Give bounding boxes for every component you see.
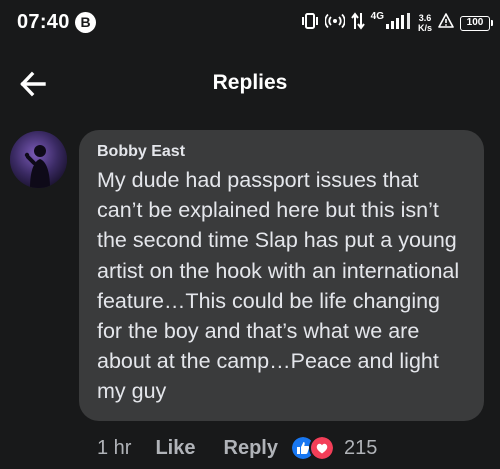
status-time: 07:40 — [17, 11, 70, 33]
network-type: 4G — [370, 10, 384, 22]
vibrate-icon — [301, 12, 319, 34]
status-bar: 07:40 B 4G 3.6 K/s 100 — [0, 0, 500, 48]
warning-icon — [438, 13, 454, 33]
battery-level: 100 — [466, 16, 484, 28]
hotspot-icon — [323, 13, 346, 34]
network-speed: 3.6 K/s — [418, 13, 432, 33]
reaction-count[interactable]: 215 — [344, 437, 377, 460]
comment-bubble[interactable]: Bobby East My dude had passport issues t… — [79, 130, 484, 421]
speed-unit: K/s — [417, 23, 432, 33]
page-title: Replies — [212, 71, 288, 94]
battery-icon: 100 — [460, 15, 493, 31]
data-transfer-icon — [350, 11, 365, 35]
reactions-summary[interactable] — [289, 435, 335, 461]
avatar[interactable] — [10, 131, 67, 188]
love-reaction-icon — [308, 435, 335, 461]
b-notification-icon: B — [75, 12, 96, 33]
comment-author[interactable]: Bobby East — [97, 142, 466, 162]
comment-timestamp: 1 hr — [97, 436, 132, 459]
comment-actions: 1 hr Like Reply 215 — [97, 432, 377, 464]
like-button[interactable]: Like — [155, 437, 195, 460]
speed-value: 3.6 — [418, 13, 432, 23]
reply-button[interactable]: Reply — [224, 437, 278, 460]
avatar-image — [10, 131, 67, 188]
signal-icon — [385, 12, 412, 34]
header: Replies — [0, 56, 500, 112]
status-indicators: 4G 3.6 K/s 100 — [301, 10, 493, 36]
comment-text: My dude had passport issues that can’t b… — [97, 168, 460, 404]
